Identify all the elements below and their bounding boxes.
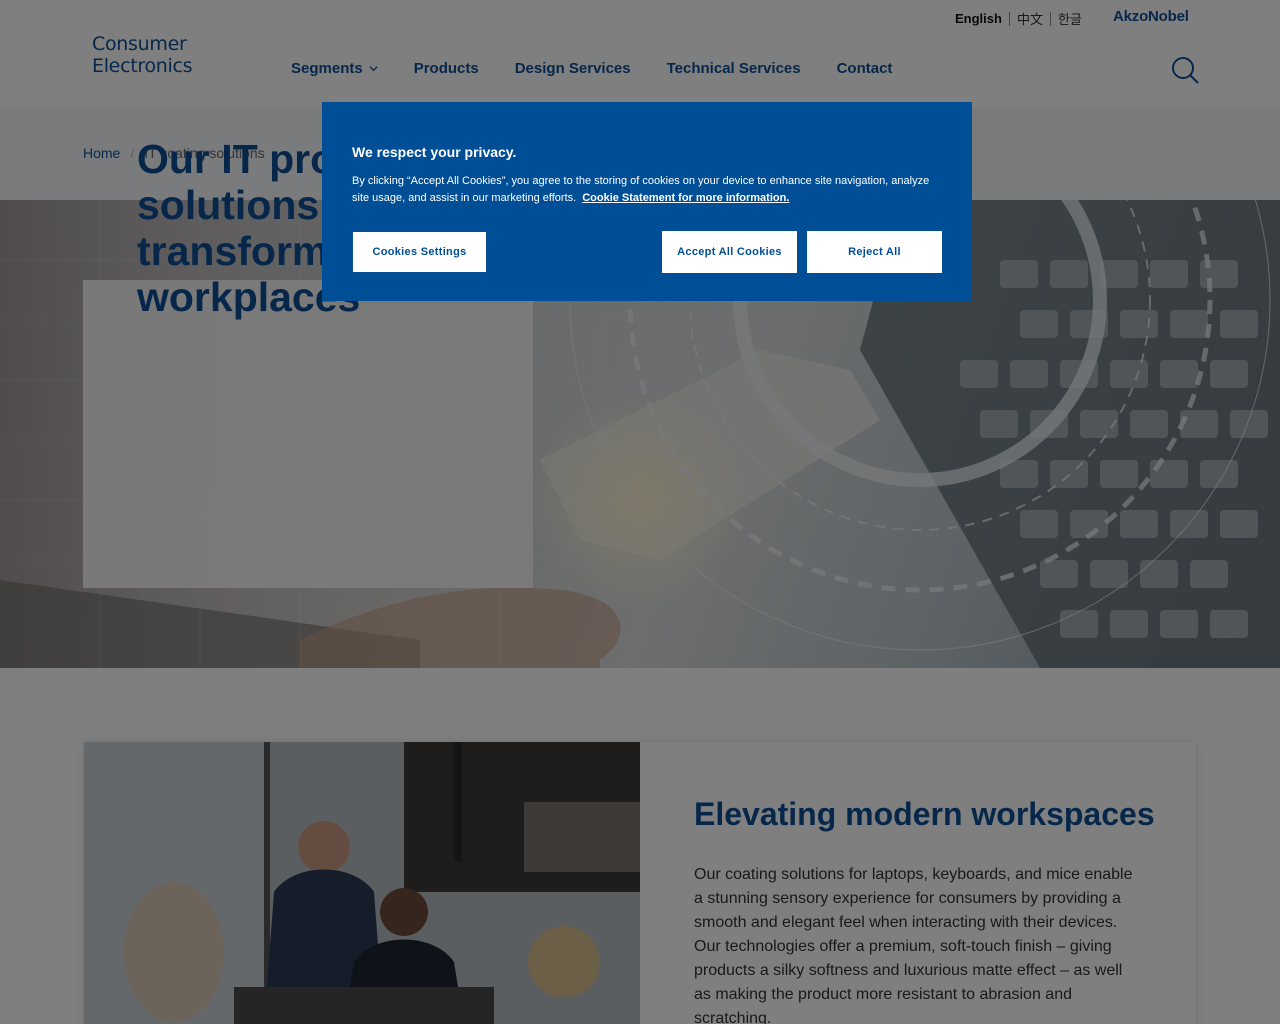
accept-all-cookies-button[interactable]: Accept All Cookies bbox=[662, 231, 797, 273]
cookie-title: We respect your privacy. bbox=[352, 144, 517, 160]
cookies-settings-button[interactable]: Cookies Settings bbox=[352, 231, 487, 273]
cookie-text: By clicking “Accept All Cookies”, you ag… bbox=[352, 173, 942, 207]
reject-all-button[interactable]: Reject All bbox=[807, 231, 942, 273]
cookie-banner: We respect your privacy. By clicking “Ac… bbox=[322, 102, 972, 301]
cookie-statement-link[interactable]: Cookie Statement for more information. bbox=[582, 192, 789, 204]
